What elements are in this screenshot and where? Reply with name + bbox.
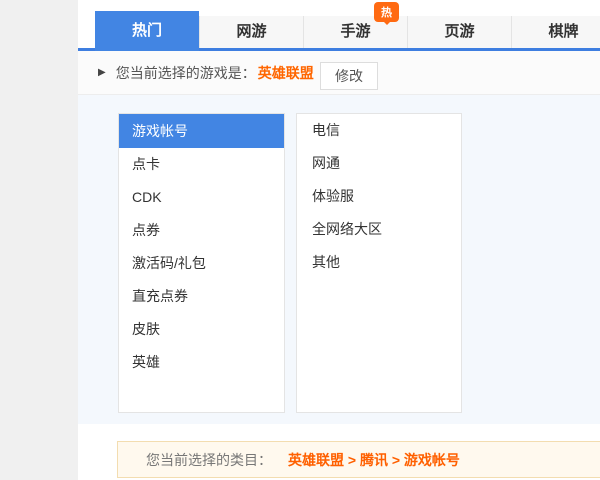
breadcrumb: 英雄联盟 > 腾讯 > 游戏帐号	[288, 450, 460, 470]
selection-label: 您当前选择的游戏是：	[116, 63, 256, 83]
right-category-list: 电信 网通 体验服 全网络大区 其他	[296, 113, 462, 413]
game-selection-row: ▶ 您当前选择的游戏是： 英雄联盟 修改	[78, 51, 600, 95]
hot-badge: 热	[374, 2, 399, 22]
selected-game-name: 英雄联盟	[258, 63, 314, 83]
category-panel: 游戏帐号 点卡 CDK 点券 激活码/礼包 直充点券 皮肤 英雄 电信 网通 体…	[78, 95, 600, 424]
left-list-item[interactable]: CDK	[119, 181, 284, 214]
right-list-item[interactable]: 体验服	[297, 180, 461, 213]
selected-category-bar: 您当前选择的类目： 英雄联盟 > 腾讯 > 游戏帐号	[117, 441, 600, 478]
right-list-item[interactable]: 全网络大区	[297, 213, 461, 246]
tab-web-games[interactable]: 页游	[407, 16, 511, 48]
main-content: 热门 网游 手游 页游 棋牌 热 ▶ 您当前选择的游戏是： 英雄联盟 修改 游戏…	[78, 0, 600, 480]
right-list-item[interactable]: 电信	[297, 114, 461, 147]
left-category-list: 游戏帐号 点卡 CDK 点券 激活码/礼包 直充点券 皮肤 英雄	[118, 113, 285, 413]
modify-button[interactable]: 修改	[320, 62, 378, 90]
tab-hot[interactable]: 热门	[95, 11, 199, 51]
footer-label: 您当前选择的类目：	[146, 450, 272, 470]
left-list-item-selected[interactable]: 游戏帐号	[119, 114, 284, 148]
left-list-item[interactable]: 英雄	[119, 346, 284, 379]
tab-board-games[interactable]: 棋牌	[511, 16, 600, 48]
page: 热门 网游 手游 页游 棋牌 热 ▶ 您当前选择的游戏是： 英雄联盟 修改 游戏…	[0, 0, 600, 480]
right-list-item[interactable]: 其他	[297, 246, 461, 279]
left-list-item[interactable]: 激活码/礼包	[119, 247, 284, 280]
left-list-item[interactable]: 皮肤	[119, 313, 284, 346]
tab-online-games[interactable]: 网游	[199, 16, 303, 48]
left-list-item[interactable]: 点卡	[119, 148, 284, 181]
arrow-right-icon: ▶	[98, 67, 106, 78]
left-list-item[interactable]: 点券	[119, 214, 284, 247]
left-list-item[interactable]: 直充点券	[119, 280, 284, 313]
right-list-item[interactable]: 网通	[297, 147, 461, 180]
